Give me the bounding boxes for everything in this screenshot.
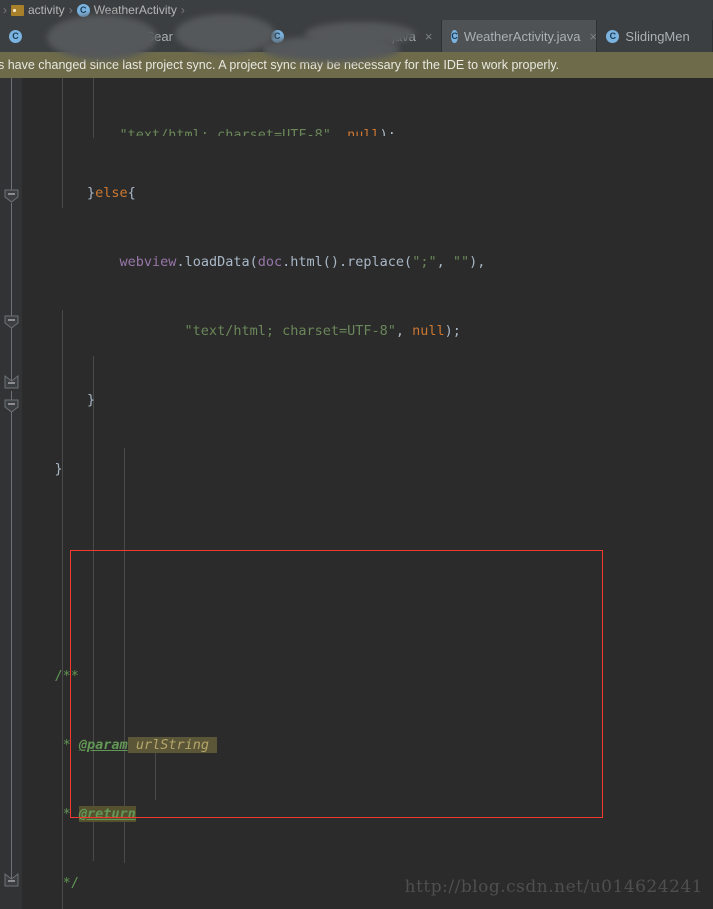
tab-obscured-2-suffix: .java <box>207 28 236 44</box>
fold-marker-expand-icon[interactable] <box>4 873 19 888</box>
code-line: "text/html; charset=UTF-8", null); <box>22 323 461 339</box>
code-line: } <box>22 461 63 477</box>
tab-close-icon[interactable]: × <box>244 29 252 44</box>
code-line: } <box>22 392 96 408</box>
tab-obscured-3-label: .java <box>388 28 416 44</box>
tab-close-icon[interactable]: × <box>425 29 433 44</box>
watermark: http://blog.csdn.net/u014624241 <box>404 877 703 897</box>
code-editor[interactable]: "text/html; charset=UTF-8", null); }else… <box>0 78 713 909</box>
fold-connector-line <box>11 203 12 383</box>
fold-marker-collapse-icon[interactable] <box>4 314 19 329</box>
fold-connector-line <box>11 78 12 195</box>
code-content[interactable]: "text/html; charset=UTF-8", null); }else… <box>0 78 713 909</box>
fold-marker-collapse-icon[interactable] <box>4 375 19 390</box>
tab-obscured-2-label: Sear <box>145 28 173 44</box>
tab-slidingmenu-label: SlidingMen <box>625 28 690 44</box>
tab-close-icon[interactable]: × <box>589 29 597 44</box>
project-sync-notification-text: s have changed since last project sync. … <box>0 58 560 72</box>
breadcrumb-separator-3: › <box>180 3 185 17</box>
editor-tab-bar: C va × C Sear .java × C .java × C Weathe… <box>0 20 713 52</box>
breadcrumb-item-activity-label: activity <box>28 3 65 17</box>
project-sync-notification[interactable]: s have changed since last project sync. … <box>0 52 713 78</box>
tab-weatheractivity[interactable]: C WeatherActivity.java × <box>442 20 598 52</box>
breadcrumb-item-activity[interactable]: activity <box>8 3 68 17</box>
class-icon: C <box>9 29 22 43</box>
breadcrumb-item-weatheractivity-label: WeatherActivity <box>93 3 177 17</box>
tab-close-icon[interactable]: × <box>100 29 108 44</box>
tab-obscured-1-label: va <box>77 28 91 44</box>
folder-icon <box>11 4 24 16</box>
code-line: }else{ <box>22 185 136 201</box>
code-line: * @return <box>22 806 136 822</box>
tab-weatheractivity-label: WeatherActivity.java <box>463 28 581 44</box>
tab-obscured-2[interactable]: C Sear .java × <box>118 20 262 52</box>
fold-connector-line <box>11 391 12 883</box>
breadcrumb-item-weatheractivity[interactable]: C WeatherActivity <box>74 3 180 17</box>
tab-obscured-1[interactable]: C va × <box>0 20 118 52</box>
class-icon: C <box>126 29 140 43</box>
code-line: webview.loadData(doc.html().replace(";",… <box>22 254 486 270</box>
tab-obscured-3[interactable]: C .java × <box>262 20 443 52</box>
code-line: "text/html; charset=UTF-8", null); <box>22 127 396 136</box>
class-icon: C <box>606 29 620 43</box>
fold-marker-collapse-icon[interactable] <box>4 188 19 203</box>
class-icon: C <box>270 29 284 43</box>
code-line: /** <box>22 668 79 684</box>
class-icon: C <box>451 29 458 43</box>
code-line: * @param urlString <box>0 734 713 757</box>
breadcrumb: › activity › C WeatherActivity › <box>0 0 713 20</box>
class-icon: C <box>76 3 90 17</box>
tab-slidingmenu[interactable]: C SlidingMen <box>597 20 713 52</box>
fold-marker-collapse-icon[interactable] <box>4 398 19 413</box>
